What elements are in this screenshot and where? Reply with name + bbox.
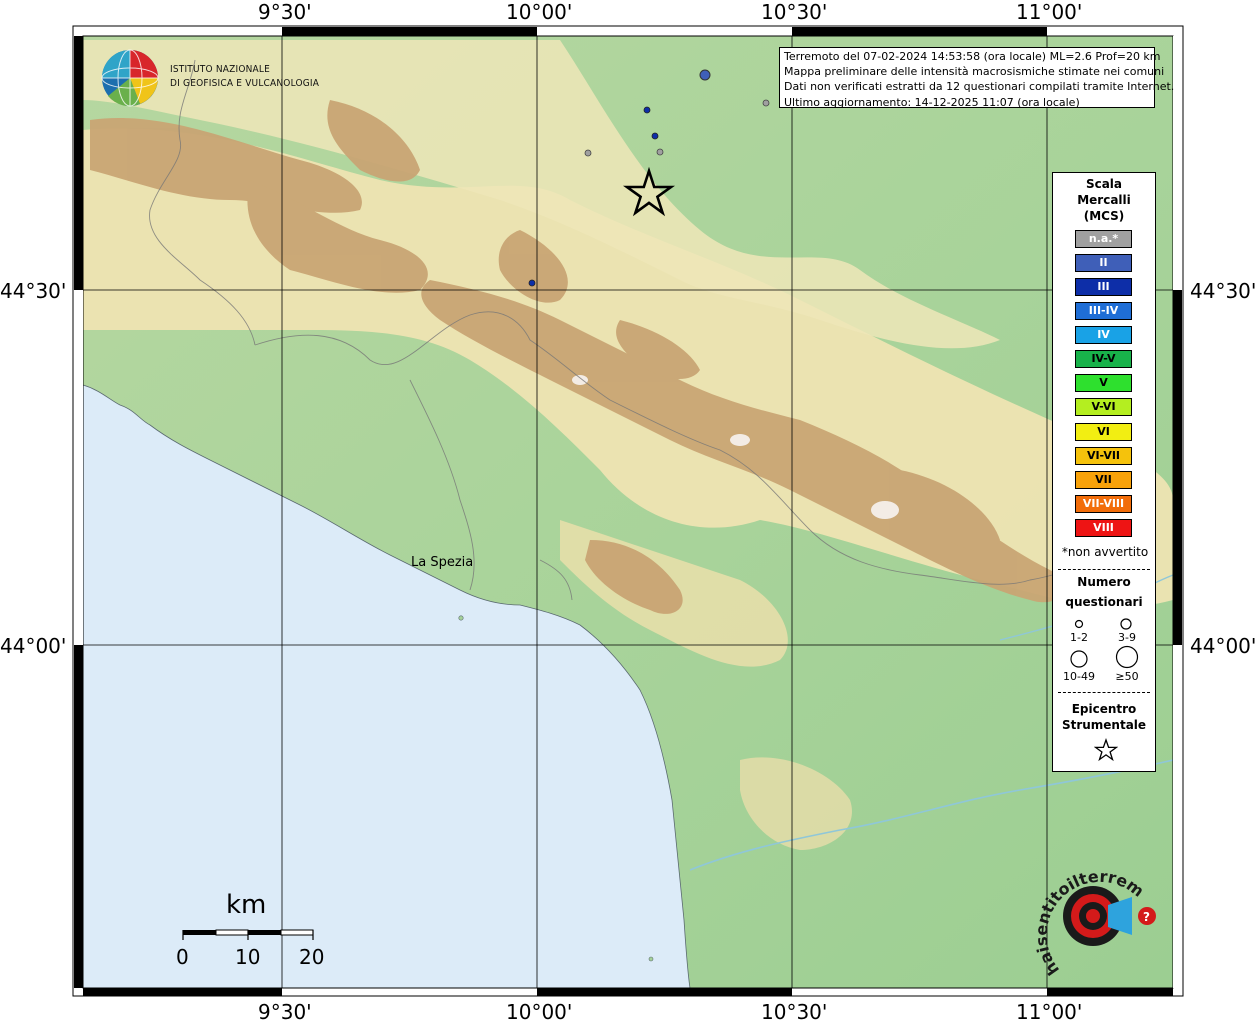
observation-point-III[interactable] — [651, 132, 659, 140]
count-label: 3-9 — [1118, 631, 1136, 644]
observation-point-na[interactable] — [584, 149, 592, 157]
top-tick-label: 10°30' — [761, 0, 828, 24]
mcs-swatch: IV — [1075, 326, 1132, 344]
right-tick-label: 44°00' — [1190, 634, 1256, 658]
observation-point-II[interactable] — [699, 69, 711, 81]
info-line: Dati non verificati estratti da 12 quest… — [784, 80, 1175, 94]
count-label: 1-2 — [1070, 631, 1088, 644]
bottom-tick-label: 11°00' — [1016, 1000, 1083, 1024]
scale-unit: km — [226, 890, 267, 920]
top-tick-label: 11°00' — [1016, 0, 1083, 24]
bottom-tick-label: 10°00' — [506, 1000, 573, 1024]
scale-label: 0 — [176, 945, 189, 969]
legend-title: Scala — [1085, 177, 1123, 191]
info-line: Terremoto del 07-02-2024 14:53:58 (ora l… — [784, 50, 1161, 63]
observation-point-III[interactable] — [528, 279, 536, 287]
bottom-tick-label: 9°30' — [258, 1000, 312, 1024]
mcs-swatch: II — [1075, 254, 1132, 272]
mcs-swatch: VI-VII — [1075, 447, 1132, 465]
count-title: Numero — [1077, 575, 1131, 589]
top-tick-label: 9°30' — [258, 0, 312, 24]
legend-divider — [1058, 569, 1150, 570]
svg-text:haisentitoilterremoto.it www.: haisentitoilterremoto.it www. — [1030, 860, 1148, 979]
count-title: questionari — [1065, 595, 1143, 609]
mcs-swatch: VIII — [1075, 519, 1132, 537]
left-tick-label: 44°30' — [0, 279, 67, 303]
mcs-swatch: III — [1075, 278, 1132, 296]
info-line: Ultimo aggiornamento: 14-12-2025 11:07 (… — [784, 95, 1080, 109]
scale-label: 20 — [299, 945, 325, 969]
city-label: La Spezia — [411, 555, 474, 570]
legend-panel: Scala Mercalli (MCS) n.a.* II III III-IV… — [1052, 172, 1156, 772]
mcs-swatch: V — [1075, 374, 1132, 392]
epicenter-title: Epicentro — [1071, 702, 1137, 716]
legend-star-icon — [1094, 738, 1118, 762]
mcs-swatch: n.a.* — [1075, 230, 1132, 248]
count-circle-3-9 — [1120, 618, 1132, 630]
island — [648, 956, 654, 962]
observation-point-na[interactable] — [762, 99, 770, 107]
not-felt-note: *non avvertito — [1061, 545, 1149, 559]
count-circle-10-49 — [1070, 650, 1088, 668]
mcs-swatch: IV-V — [1075, 350, 1132, 368]
epicenter-title: Strumentale — [1061, 718, 1147, 732]
count-label: 10-49 — [1063, 670, 1095, 683]
info-line: Mappa preliminare delle intensità macros… — [784, 65, 1165, 79]
count-circle-1-2 — [1074, 619, 1084, 629]
legend-divider — [1058, 692, 1150, 693]
top-tick-label: 10°00' — [506, 0, 573, 24]
mcs-swatch: III-IV — [1075, 302, 1132, 320]
legend-title: Mercalli — [1077, 193, 1131, 207]
ingv-logo-icon — [101, 49, 159, 107]
count-label: ≥50 — [1115, 670, 1139, 683]
mcs-swatch: VII-VIII — [1075, 495, 1132, 513]
left-tick-label: 44°00' — [0, 634, 67, 658]
observation-point-na[interactable] — [656, 148, 664, 156]
mcs-swatch: VII — [1075, 471, 1132, 489]
haisentito-text: haisentitoilterremoto.it www. — [1030, 860, 1148, 979]
observation-point-III[interactable] — [643, 106, 651, 114]
mcs-swatch: V-VI — [1075, 398, 1132, 416]
haisentito-logo-text: haisentitoilterremoto.it www. — [1030, 860, 1148, 979]
island — [458, 615, 464, 621]
event-info-box: Terremoto del 07-02-2024 14:53:58 (ora l… — [779, 47, 1175, 109]
bottom-tick-label: 10°30' — [761, 1000, 828, 1024]
mcs-swatch: VI — [1075, 423, 1132, 441]
right-tick-label: 44°30' — [1190, 279, 1256, 303]
ingv-logo-line2: DI GEOFISICA E VULCANOLOGIA — [170, 78, 320, 89]
count-circle-50 — [1115, 645, 1139, 669]
scale-label: 10 — [235, 945, 261, 969]
legend-title: (MCS) — [1083, 209, 1125, 223]
ingv-logo-line1: ISTITUTO NAZIONALE — [170, 64, 270, 75]
